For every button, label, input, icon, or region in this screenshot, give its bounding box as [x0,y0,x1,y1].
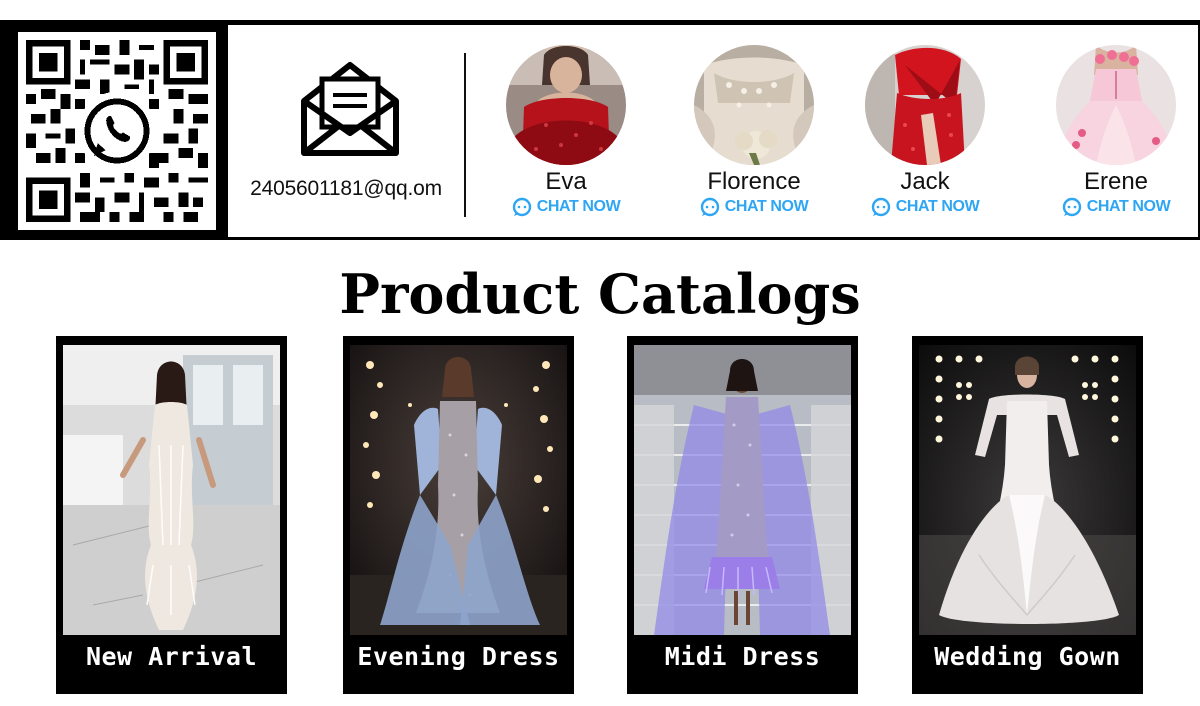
catalog-photo [634,345,851,635]
chat-now-button[interactable]: CHAT NOW [1062,197,1171,217]
catalog-card-midi-dress[interactable]: Midi Dress [627,336,858,694]
agent-erene[interactable]: Erene CHAT NOW [1041,45,1191,235]
contact-banner: 2405601181@qq.om Eva CHAT NOW Florence C… [0,20,1200,240]
catalog-photo [63,345,280,635]
agent-jack[interactable]: Jack CHAT NOW [850,45,1000,235]
agent-florence[interactable]: Florence CHAT NOW [679,45,829,235]
chat-now-label: CHAT NOW [724,198,809,215]
catalog-label: Evening Dress [357,642,560,671]
catalog-title: Product Catalogs [339,262,861,326]
chat-now-label: CHAT NOW [895,198,980,215]
catalog-photo [919,345,1136,635]
qr-code-icon [26,40,208,222]
envelope-icon [301,62,399,156]
catalog-label: New Arrival [85,642,258,671]
agent-name: Florence [707,168,801,195]
chat-bubble-icon [512,197,531,217]
chat-bubble-icon [700,197,719,217]
catalog-card-evening-dress[interactable]: Evening Dress [343,336,574,694]
agent-eva[interactable]: Eva CHAT NOW [491,45,641,235]
catalog-label: Midi Dress [664,642,821,671]
chat-bubble-icon [1062,197,1081,217]
chat-now-button[interactable]: CHAT NOW [512,197,621,217]
chat-now-label: CHAT NOW [1086,198,1171,215]
chat-now-button[interactable]: CHAT NOW [700,197,809,217]
agent-name: Eva [545,168,587,195]
whatsapp-qr-code[interactable] [18,32,216,230]
agent-name: Erene [1083,168,1149,195]
avatar [1056,45,1176,165]
catalog-card-new-arrival[interactable]: New Arrival [56,336,287,694]
catalog-card-wedding-gown[interactable]: Wedding Gown [912,336,1143,694]
contact-panel: 2405601181@qq.om Eva CHAT NOW Florence C… [228,25,1198,237]
catalog-label: Wedding Gown [934,642,1121,671]
catalog-photo [350,345,567,635]
avatar [506,45,626,165]
chat-now-button[interactable]: CHAT NOW [871,197,980,217]
chat-now-label: CHAT NOW [536,198,621,215]
avatar [865,45,985,165]
email-block[interactable]: 2405601181@qq.om [228,25,464,237]
divider [464,53,466,217]
avatar [694,45,814,165]
email-address[interactable]: 2405601181@qq.om [228,177,464,201]
agent-name: Jack [900,168,950,195]
chat-bubble-icon [871,197,890,217]
